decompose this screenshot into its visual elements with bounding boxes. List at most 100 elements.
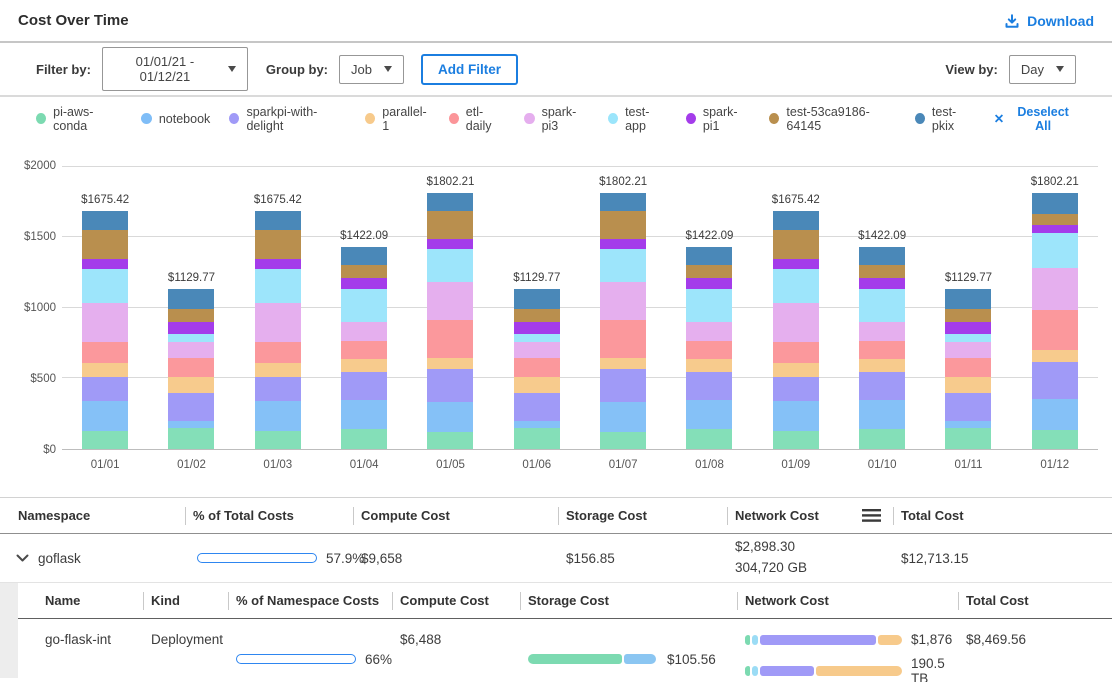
bar-segment-notebook[interactable] [1032, 399, 1078, 429]
bar-segment-sparkpi-with-delight[interactable] [168, 393, 214, 421]
download-button[interactable]: Download [1004, 13, 1094, 29]
chevron-down-icon[interactable] [16, 554, 29, 562]
bar-segment-sparkpi-with-delight[interactable] [773, 377, 819, 402]
stacked-bar-01/07[interactable]: $1802.21 [600, 193, 646, 449]
bar-segment-test-53ca9186-64145[interactable] [82, 230, 128, 259]
bar-segment-parallel-1[interactable] [600, 358, 646, 369]
bar-segment-parallel-1[interactable] [427, 358, 473, 369]
bar-segment-spark-pi1[interactable] [341, 278, 387, 288]
bar-segment-test-app[interactable] [341, 289, 387, 322]
legend-item-parallel-1[interactable]: parallel-1 [365, 105, 430, 133]
bar-segment-parallel-1[interactable] [255, 363, 301, 377]
view-by-select[interactable]: Day [1009, 55, 1076, 84]
col-network[interactable]: Network Cost [727, 498, 893, 533]
bar-segment-test-53ca9186-64145[interactable] [945, 309, 991, 322]
stacked-bar-01/01[interactable]: $1675.42 [82, 211, 128, 449]
bar-segment-sparkpi-with-delight[interactable] [686, 372, 732, 400]
bar-segment-spark-pi1[interactable] [945, 322, 991, 334]
stacked-bar-01/11[interactable]: $1129.77 [945, 289, 991, 449]
legend-item-spark-pi1[interactable]: spark-pi1 [686, 105, 751, 133]
col-total[interactable]: Total Cost [958, 583, 1112, 618]
bar-segment-sparkpi-with-delight[interactable] [859, 372, 905, 400]
legend-item-etl-daily[interactable]: etl-daily [449, 105, 506, 133]
legend-item-spark-pi3[interactable]: spark-pi3 [524, 105, 589, 133]
bar-segment-notebook[interactable] [82, 401, 128, 431]
bar-segment-test-app[interactable] [859, 289, 905, 322]
bar-segment-etl-daily[interactable] [82, 342, 128, 363]
bar-segment-spark-pi1[interactable] [859, 278, 905, 288]
bar-segment-etl-daily[interactable] [773, 342, 819, 363]
col-pct-total[interactable]: % of Total Costs [185, 498, 353, 533]
bar-segment-test-53ca9186-64145[interactable] [600, 211, 646, 238]
bar-segment-pi-aws-conda[interactable] [341, 429, 387, 449]
bar-segment-pi-aws-conda[interactable] [859, 429, 905, 449]
bar-segment-parallel-1[interactable] [945, 377, 991, 393]
legend-item-sparkpi-with-delight[interactable]: sparkpi-with-delight [229, 105, 346, 133]
bar-segment-etl-daily[interactable] [168, 358, 214, 377]
stacked-bar-01/06[interactable]: $1129.77 [514, 289, 560, 449]
stacked-bar-01/04[interactable]: $1422.09 [341, 247, 387, 449]
bar-segment-test-53ca9186-64145[interactable] [255, 230, 301, 259]
col-storage[interactable]: Storage Cost [558, 498, 727, 533]
bar-segment-etl-daily[interactable] [600, 320, 646, 357]
bar-segment-test-pkix[interactable] [859, 247, 905, 265]
bar-segment-parallel-1[interactable] [686, 359, 732, 373]
bar-segment-parallel-1[interactable] [773, 363, 819, 377]
bar-segment-pi-aws-conda[interactable] [773, 431, 819, 449]
col-compute[interactable]: Compute Cost [392, 583, 520, 618]
bar-segment-pi-aws-conda[interactable] [255, 431, 301, 449]
bar-segment-test-pkix[interactable] [341, 247, 387, 265]
bar-segment-pi-aws-conda[interactable] [686, 429, 732, 449]
bar-segment-spark-pi3[interactable] [773, 303, 819, 342]
stacked-bar-01/12[interactable]: $1802.21 [1032, 193, 1078, 449]
bar-segment-test-53ca9186-64145[interactable] [427, 211, 473, 238]
stacked-bar-01/09[interactable]: $1675.42 [773, 211, 819, 449]
date-range-select[interactable]: 01/01/21 - 01/12/21 [102, 47, 248, 91]
bar-segment-test-53ca9186-64145[interactable] [773, 230, 819, 259]
bar-segment-sparkpi-with-delight[interactable] [255, 377, 301, 402]
col-compute[interactable]: Compute Cost [353, 498, 558, 533]
col-total[interactable]: Total Cost [893, 498, 1112, 533]
bar-segment-test-app[interactable] [945, 334, 991, 343]
bar-segment-pi-aws-conda[interactable] [600, 432, 646, 449]
bar-segment-test-pkix[interactable] [600, 193, 646, 211]
bar-segment-pi-aws-conda[interactable] [1032, 430, 1078, 450]
bar-segment-pi-aws-conda[interactable] [168, 428, 214, 449]
bar-segment-spark-pi3[interactable] [1032, 268, 1078, 310]
bar-segment-spark-pi3[interactable] [341, 322, 387, 341]
stacked-bar-01/08[interactable]: $1422.09 [686, 247, 732, 449]
bar-segment-spark-pi3[interactable] [427, 282, 473, 320]
bar-segment-test-pkix[interactable] [686, 247, 732, 265]
bar-segment-parallel-1[interactable] [168, 377, 214, 393]
bar-segment-pi-aws-conda[interactable] [427, 432, 473, 449]
bar-segment-etl-daily[interactable] [859, 341, 905, 359]
add-filter-button[interactable]: Add Filter [421, 54, 518, 85]
bar-segment-test-53ca9186-64145[interactable] [514, 309, 560, 322]
bar-segment-spark-pi3[interactable] [255, 303, 301, 342]
bar-segment-test-app[interactable] [1032, 233, 1078, 268]
col-network[interactable]: Network Cost [737, 583, 958, 618]
bar-segment-notebook[interactable] [859, 400, 905, 429]
stacked-bar-01/02[interactable]: $1129.77 [168, 289, 214, 449]
bar-segment-notebook[interactable] [600, 402, 646, 432]
bar-segment-test-app[interactable] [427, 249, 473, 282]
bar-segment-test-app[interactable] [82, 269, 128, 303]
bar-segment-sparkpi-with-delight[interactable] [341, 372, 387, 400]
bar-segment-spark-pi3[interactable] [600, 282, 646, 320]
bar-segment-test-app[interactable] [255, 269, 301, 303]
bar-segment-test-app[interactable] [168, 334, 214, 343]
bar-segment-spark-pi3[interactable] [859, 322, 905, 341]
legend-item-test-53ca9186-64145[interactable]: test-53ca9186-64145 [769, 105, 896, 133]
bar-segment-etl-daily[interactable] [255, 342, 301, 363]
legend-item-notebook[interactable]: notebook [141, 112, 210, 126]
bar-segment-test-pkix[interactable] [514, 289, 560, 309]
bar-segment-test-53ca9186-64145[interactable] [168, 309, 214, 322]
bar-segment-spark-pi1[interactable] [686, 278, 732, 288]
bar-segment-spark-pi1[interactable] [514, 322, 560, 334]
legend-item-test-pkix[interactable]: test-pkix [915, 105, 975, 133]
bar-segment-etl-daily[interactable] [514, 358, 560, 377]
bar-segment-test-pkix[interactable] [1032, 193, 1078, 214]
bar-segment-parallel-1[interactable] [82, 363, 128, 377]
bar-segment-spark-pi3[interactable] [514, 342, 560, 358]
bar-segment-sparkpi-with-delight[interactable] [945, 393, 991, 421]
